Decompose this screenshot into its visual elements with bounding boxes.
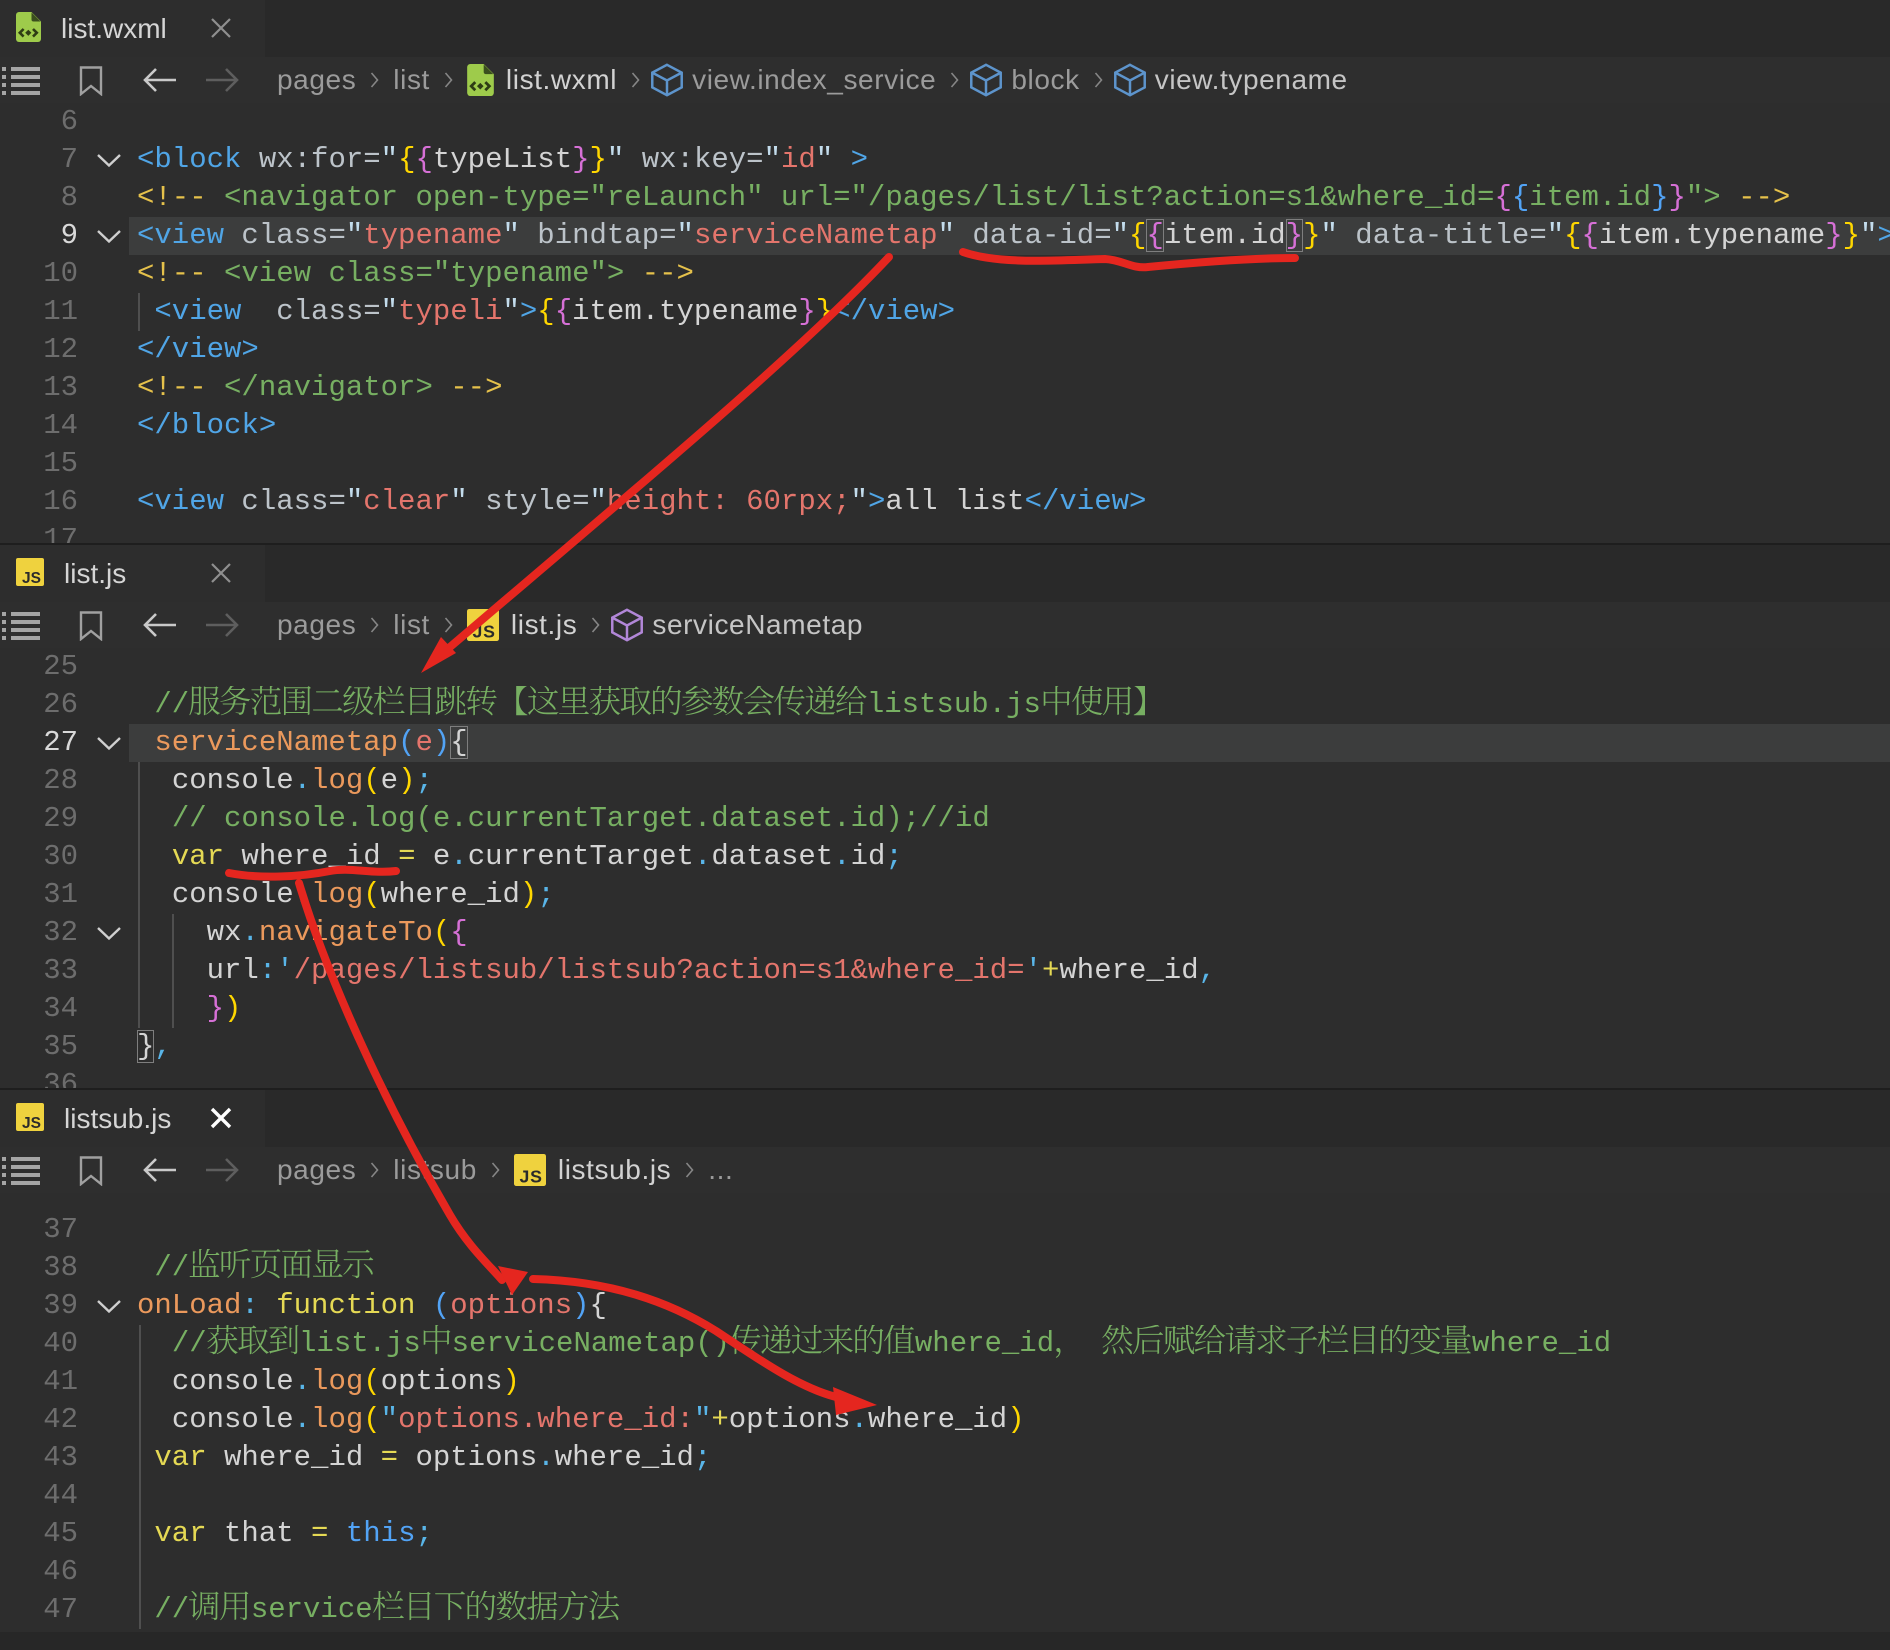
svg-text:JS: JS — [22, 1115, 41, 1131]
svg-text:JS: JS — [22, 570, 41, 586]
